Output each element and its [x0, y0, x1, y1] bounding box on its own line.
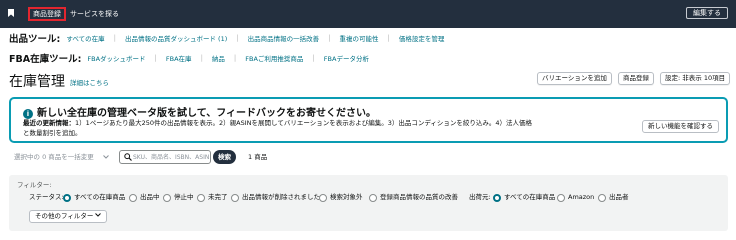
bulk-action-label: 選択中の 0 商品を一括変更 [14, 153, 94, 161]
top-nav-bar: 商品登録 サービスを探る 編集する [0, 0, 736, 28]
radio[interactable] [319, 193, 327, 202]
divider: | [236, 34, 239, 42]
radio[interactable] [231, 193, 239, 202]
tab-product-registration[interactable]: 商品登録 [28, 7, 66, 21]
fba-tools-row: FBA在庫ツール: FBAダッシュボード | FBA在庫 | 納品 | FBAご… [9, 51, 369, 65]
status-option-label: 登録商品情報の品質の改善 [380, 193, 458, 201]
search-icon [124, 153, 132, 163]
search-box[interactable] [119, 150, 211, 164]
fba-link-analytics[interactable]: FBAデータ分析 [324, 53, 369, 63]
radio[interactable] [598, 193, 606, 202]
details-link[interactable]: 詳細はこちら [70, 77, 109, 87]
status-option-label: 出品中 [140, 193, 160, 201]
tool-link-quality-dashboard[interactable]: 出品情報の品質ダッシュボード (1) [125, 33, 227, 43]
more-filters-button[interactable]: その他のフィルター [29, 210, 108, 223]
tab-explore-services[interactable]: サービスを探る [66, 7, 123, 21]
search-input[interactable] [133, 152, 209, 162]
divider: | [233, 54, 237, 62]
add-variation-button[interactable]: バリエーションを追加 [537, 72, 612, 85]
seller-option-label: すべての在庫商品 [504, 193, 556, 201]
radio[interactable] [129, 193, 137, 202]
banner-body-heading: 最近の更新情報： [23, 119, 75, 127]
radio[interactable] [369, 193, 377, 202]
status-option-label: 停止中 [174, 193, 194, 201]
tool-link-pricing[interactable]: 価格設定を管理 [399, 33, 445, 43]
fba-link-inventory[interactable]: FBA在庫 [166, 53, 192, 63]
seller-option-merchant[interactable]: 出品者 [598, 193, 629, 202]
fba-link-shipments[interactable]: 納品 [212, 53, 225, 63]
status-label: ステータス: [29, 193, 64, 201]
status-option-quality[interactable]: 登録商品情報の品質の改善 [369, 193, 458, 202]
status-option-suppressed[interactable]: 検索対象外 [319, 193, 363, 202]
chevron-down-icon [95, 213, 102, 217]
seller-option-label: Amazon [568, 193, 595, 201]
chevron-down-icon [103, 150, 109, 169]
result-count: 1 商品 [248, 153, 268, 161]
status-option-active[interactable]: 出品中 [129, 193, 160, 202]
status-option-label: 未完了 [208, 193, 228, 201]
tool-link-duplicates[interactable]: 重複の可能性 [339, 33, 378, 43]
banner-body: 最近の更新情報：1）1ページあたり最大250件の出品情報を表示。2）親ASINを… [23, 118, 533, 138]
tool-link-all-inventory[interactable]: すべての在庫 [66, 33, 104, 43]
fba-link-recommendations[interactable]: FBAご利用推奨商品 [245, 53, 303, 63]
radio[interactable] [163, 193, 171, 202]
search-button[interactable]: 検索 [213, 150, 236, 164]
banner-body-text: 1）1ページあたり最大250件の出品情報を表示。2）親ASINを展開してバリエー… [23, 119, 533, 137]
status-option-removed[interactable]: 出品情報が削除されました [231, 193, 320, 202]
page-title: 在庫管理 [9, 74, 65, 90]
divider: | [387, 34, 390, 42]
listing-tools-title: 出品ツール: [9, 34, 61, 45]
divider: | [200, 54, 203, 62]
tool-link-bulk-improve[interactable]: 出品商品情報の一括改善 [248, 33, 320, 43]
divider: | [113, 34, 116, 42]
filters-panel: フィルター: ステータス: すべての在庫商品 出品中 停止中 未完了 出品情報が… [9, 175, 728, 231]
divider: | [154, 54, 157, 62]
radio-selected[interactable] [63, 193, 71, 202]
seller-option-amazon[interactable]: Amazon [557, 193, 594, 202]
bookmark-icon[interactable] [8, 9, 14, 17]
seller-option-label: 出品者 [609, 193, 629, 201]
listing-tools-row: 出品ツール: すべての在庫 | 出品情報の品質ダッシュボード (1) | 出品商… [9, 31, 444, 45]
more-filters-label: その他のフィルター [35, 212, 94, 220]
seller-label: 出荷元: [469, 193, 491, 201]
try-new-features-button[interactable]: 新しい機能を確認する [642, 120, 719, 133]
banner-title: 新しい全在庫の管理ベータ版を試して、フィードバックをお寄せください。 [37, 108, 376, 119]
seller-option-all[interactable]: すべての在庫商品 [493, 193, 555, 202]
status-option-all[interactable]: すべての在庫商品 [63, 193, 125, 202]
fba-tools-title: FBA在庫ツール: [9, 54, 82, 65]
bulk-action-select[interactable]: 選択中の 0 商品を一括変更 [9, 150, 113, 164]
status-option-incomplete[interactable]: 未完了 [197, 193, 228, 202]
status-option-inactive[interactable]: 停止中 [163, 193, 194, 202]
radio[interactable] [197, 193, 205, 202]
radio[interactable] [557, 193, 565, 202]
fba-link-dashboard[interactable]: FBAダッシュボード [87, 53, 145, 63]
divider: | [312, 54, 315, 62]
divider: | [328, 34, 331, 42]
filters-label: フィルター: [17, 181, 52, 189]
status-option-label: 出品情報が削除されました [242, 193, 320, 201]
feedback-banner: i 新しい全在庫の管理ベータ版を試して、フィードバックをお寄せください。 最近の… [9, 97, 728, 143]
edit-button[interactable]: 編集する [686, 7, 728, 19]
status-option-label: 検索対象外 [330, 193, 363, 201]
add-product-button[interactable]: 商品登録 [618, 72, 654, 85]
status-option-label: すべての在庫商品 [74, 193, 126, 201]
radio-selected[interactable] [493, 193, 501, 202]
settings-button[interactable]: 設定: 非表示 10項目 [660, 72, 731, 85]
